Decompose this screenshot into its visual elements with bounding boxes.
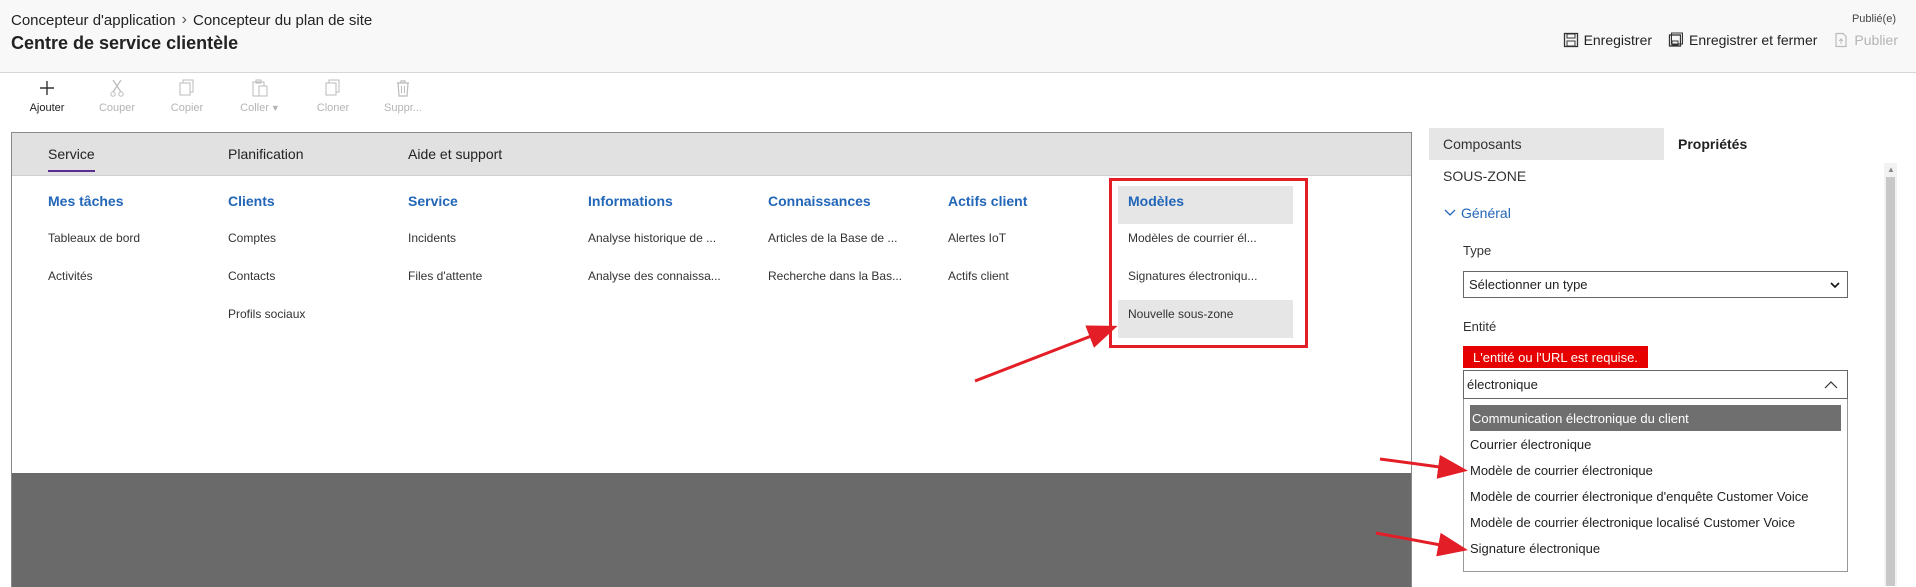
group-title[interactable]: Service xyxy=(408,193,482,209)
cut-button[interactable]: Couper xyxy=(82,78,152,128)
entity-input-value: électronique xyxy=(1467,377,1538,392)
entity-label: Entité xyxy=(1463,319,1497,334)
add-label: Ajouter xyxy=(29,102,65,114)
type-select-value: Sélectionner un type xyxy=(1469,277,1588,292)
breadcrumb: Concepteur d'application › Concepteur du… xyxy=(11,11,372,29)
sitemap-canvas: Service Planification Aide et support Me… xyxy=(11,132,1412,587)
breadcrumb-app-designer[interactable]: Concepteur d'application xyxy=(11,12,176,29)
area-tab-aide-support[interactable]: Aide et support xyxy=(408,146,502,162)
entity-option[interactable]: Signature électronique xyxy=(1464,535,1847,561)
group-actifs-client[interactable]: Actifs client Alertes IoT Actifs client xyxy=(948,181,1027,307)
publish-label: Publier xyxy=(1854,32,1898,48)
plus-icon xyxy=(40,81,54,95)
general-section-toggle[interactable]: Général xyxy=(1443,205,1511,221)
area-tab-planification[interactable]: Planification xyxy=(228,146,304,162)
save-button[interactable]: Enregistrer xyxy=(1563,32,1652,48)
panel-tabs: Composants Propriétés xyxy=(1429,128,1899,160)
subarea-item[interactable]: Contacts xyxy=(228,269,305,307)
copy-label: Copier xyxy=(170,102,204,114)
status-badge: Publié(e) xyxy=(1851,13,1896,25)
group-clients[interactable]: Clients Comptes Contacts Profils sociaux xyxy=(228,181,305,345)
group-informations[interactable]: Informations Analyse historique de ... A… xyxy=(588,181,721,307)
header-actions: Enregistrer Enregistrer et fermer Publie… xyxy=(1563,32,1898,48)
subarea-item[interactable]: Comptes xyxy=(228,231,305,269)
subarea-item[interactable]: Tableaux de bord xyxy=(48,231,140,269)
subarea-item[interactable]: Analyse historique de ... xyxy=(588,231,721,269)
chevron-up-icon[interactable] xyxy=(1823,379,1839,391)
chevron-down-icon xyxy=(1830,281,1840,288)
subarea-item[interactable]: Alertes IoT xyxy=(948,231,1027,269)
save-close-icon xyxy=(1668,32,1684,47)
subarea-item[interactable]: Activités xyxy=(48,269,140,307)
panel-scrollbar[interactable]: ▲ xyxy=(1884,163,1897,586)
section-heading: SOUS-ZONE xyxy=(1443,168,1527,184)
entity-option[interactable]: Modèle de courrier électronique xyxy=(1464,457,1847,483)
entity-option[interactable]: Communication électronique du client xyxy=(1470,405,1841,431)
subarea-item[interactable]: Actifs client xyxy=(948,269,1027,307)
publish-button[interactable]: Publier xyxy=(1833,32,1898,48)
group-title[interactable]: Connaissances xyxy=(768,193,902,209)
group-title[interactable]: Clients xyxy=(228,193,305,209)
group-title[interactable]: Informations xyxy=(588,193,721,209)
group-service[interactable]: Service Incidents Files d'attente xyxy=(408,181,482,307)
group-title[interactable]: Mes tâches xyxy=(48,193,140,209)
entity-option[interactable]: Modèle de courrier électronique d'enquêt… xyxy=(1464,483,1847,509)
cut-label: Couper xyxy=(98,102,136,114)
subarea-item[interactable]: Files d'attente xyxy=(408,269,482,307)
scroll-thumb[interactable] xyxy=(1886,177,1895,586)
copy-icon xyxy=(179,79,194,96)
type-label: Type xyxy=(1463,243,1492,258)
area-tab-service[interactable]: Service xyxy=(48,146,95,172)
trash-icon xyxy=(397,80,409,97)
subarea-item[interactable]: Profils sociaux xyxy=(228,307,305,345)
scissors-icon xyxy=(110,79,124,97)
canvas-empty-area xyxy=(12,473,1411,587)
area-bar: Service Planification Aide et support xyxy=(12,133,1411,176)
save-label: Enregistrer xyxy=(1583,32,1653,48)
caret-down-icon[interactable]: ▼ xyxy=(271,103,280,113)
entity-option[interactable]: Modèle de courrier électronique localisé… xyxy=(1464,509,1847,535)
command-toolbar: Ajouter Couper Copier Coller ▼ Cloner Sup… xyxy=(0,78,438,128)
tab-proprietes[interactable]: Propriétés xyxy=(1664,128,1899,160)
copy-button[interactable]: Copier xyxy=(152,78,222,128)
subarea-item[interactable]: Incidents xyxy=(408,231,482,269)
delete-button[interactable]: Suppr... xyxy=(368,78,438,128)
group-mes-taches[interactable]: Mes tâches Tableaux de bord Activités xyxy=(48,181,140,307)
tab-composants[interactable]: Composants xyxy=(1429,128,1664,160)
clone-label: Cloner xyxy=(316,102,350,114)
save-close-button[interactable]: Enregistrer et fermer xyxy=(1668,32,1817,48)
entity-option[interactable]: Courrier électronique xyxy=(1464,431,1847,457)
entity-dropdown-list: Communication électronique du client Cou… xyxy=(1463,399,1848,572)
clipboard-icon xyxy=(252,79,268,97)
publish-icon xyxy=(1835,32,1848,48)
type-select[interactable]: Sélectionner un type xyxy=(1463,271,1848,298)
entity-error-message: L'entité ou l'URL est requise. xyxy=(1463,346,1648,368)
chevron-right-icon: › xyxy=(181,11,187,28)
subarea-item[interactable]: Articles de la Base de ... xyxy=(768,231,902,269)
delete-label: Suppr... xyxy=(384,102,422,114)
clone-button[interactable]: Cloner xyxy=(298,78,368,128)
annotation-highlight-box xyxy=(1109,178,1308,348)
app-header: Concepteur d'application › Concepteur du… xyxy=(0,0,1916,73)
page-title: Centre de service clientèle xyxy=(11,33,239,53)
subarea-item[interactable]: Analyse des connaissa... xyxy=(588,269,721,307)
save-close-label: Enregistrer et fermer xyxy=(1689,32,1818,48)
scroll-up-icon[interactable]: ▲ xyxy=(1887,165,1895,174)
group-title[interactable]: Actifs client xyxy=(948,193,1027,209)
chevron-down-icon xyxy=(1444,209,1456,216)
breadcrumb-sitemap-designer[interactable]: Concepteur du plan de site xyxy=(193,12,372,29)
general-label: Général xyxy=(1461,205,1511,221)
group-connaissances[interactable]: Connaissances Articles de la Base de ...… xyxy=(768,181,902,307)
subarea-item[interactable]: Recherche dans la Bas... xyxy=(768,269,902,307)
entity-combobox[interactable]: électronique xyxy=(1463,370,1848,399)
save-icon xyxy=(1563,32,1578,48)
clone-icon xyxy=(325,79,340,96)
add-button[interactable]: Ajouter xyxy=(12,78,82,128)
paste-label: Coller xyxy=(240,102,269,114)
paste-button[interactable]: Coller ▼ xyxy=(222,78,298,128)
